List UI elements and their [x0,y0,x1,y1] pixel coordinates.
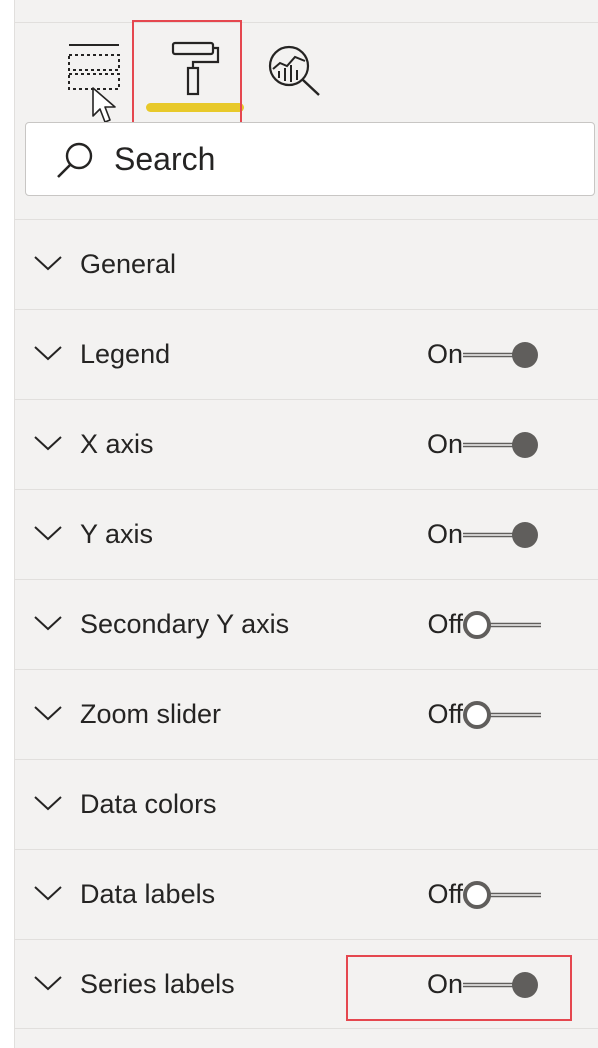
toggle-switch-off[interactable] [461,700,541,730]
section-label: Secondary Y axis [80,609,290,639]
toggle-state-text: Off [427,699,463,729]
toggle-switch-off[interactable] [461,880,541,910]
toggle-state-text: On [426,429,463,459]
chevron-down-icon [34,436,62,451]
pane-divider [15,22,598,23]
zoom-slider-toggle[interactable]: Off [407,692,547,738]
toggle-switch-off[interactable] [461,610,541,640]
data-labels-toggle[interactable]: Off [407,872,547,918]
toggle-state-text: On [426,519,463,549]
section-label: Data colors [80,789,217,819]
section-label: X axis [80,429,154,459]
chevron-down-icon [34,706,62,721]
format-section-list: General Legend On X axis On Y axis On Se… [15,219,598,1029]
section-label: Legend [80,339,171,369]
section-secondary-y-axis[interactable]: Secondary Y axis Off [15,579,598,669]
section-legend[interactable]: Legend On [15,309,598,399]
toggle-state-text: On [426,339,463,369]
y-axis-toggle[interactable]: On [407,512,547,558]
section-data-colors[interactable]: Data colors [15,759,598,849]
toggle-state-text: Off [427,609,463,639]
chevron-down-icon [34,796,62,811]
section-general[interactable]: General [15,219,598,309]
tab-highlight-annotation [132,20,242,128]
toggle-switch-on[interactable] [461,340,541,370]
chevron-down-icon [34,976,62,991]
chevron-down-icon [34,526,62,541]
chevron-down-icon [34,886,62,901]
section-label: Series labels [80,969,235,999]
mouse-pointer-icon [92,87,116,123]
chevron-down-icon [34,256,62,271]
tab-analytics[interactable] [265,42,327,98]
section-y-axis[interactable]: Y axis On [15,489,598,579]
toggle-switch-on[interactable] [461,430,541,460]
canvas-edge [0,0,15,1048]
section-label: General [80,249,177,279]
search-box[interactable] [25,122,595,196]
toggle-state-text: Off [427,879,463,909]
section-label: Zoom slider [80,699,222,729]
analytics-magnifier-icon [268,45,320,96]
toggle-highlight-annotation [346,955,572,1021]
chevron-down-icon [34,616,62,631]
section-label: Data labels [80,879,216,909]
search-icon [57,142,93,178]
toggle-switch-on[interactable] [461,520,541,550]
section-zoom-slider[interactable]: Zoom slider Off [15,669,598,759]
x-axis-toggle[interactable]: On [407,422,547,468]
secondary-y-axis-toggle[interactable]: Off [407,602,547,648]
section-data-labels[interactable]: Data labels Off [15,849,598,939]
format-pane: General Legend On X axis On [15,0,598,1048]
legend-toggle[interactable]: On [407,332,547,378]
section-label: Y axis [80,519,154,549]
search-input[interactable] [114,135,574,183]
chevron-down-icon [34,346,62,361]
section-x-axis[interactable]: X axis On [15,399,598,489]
